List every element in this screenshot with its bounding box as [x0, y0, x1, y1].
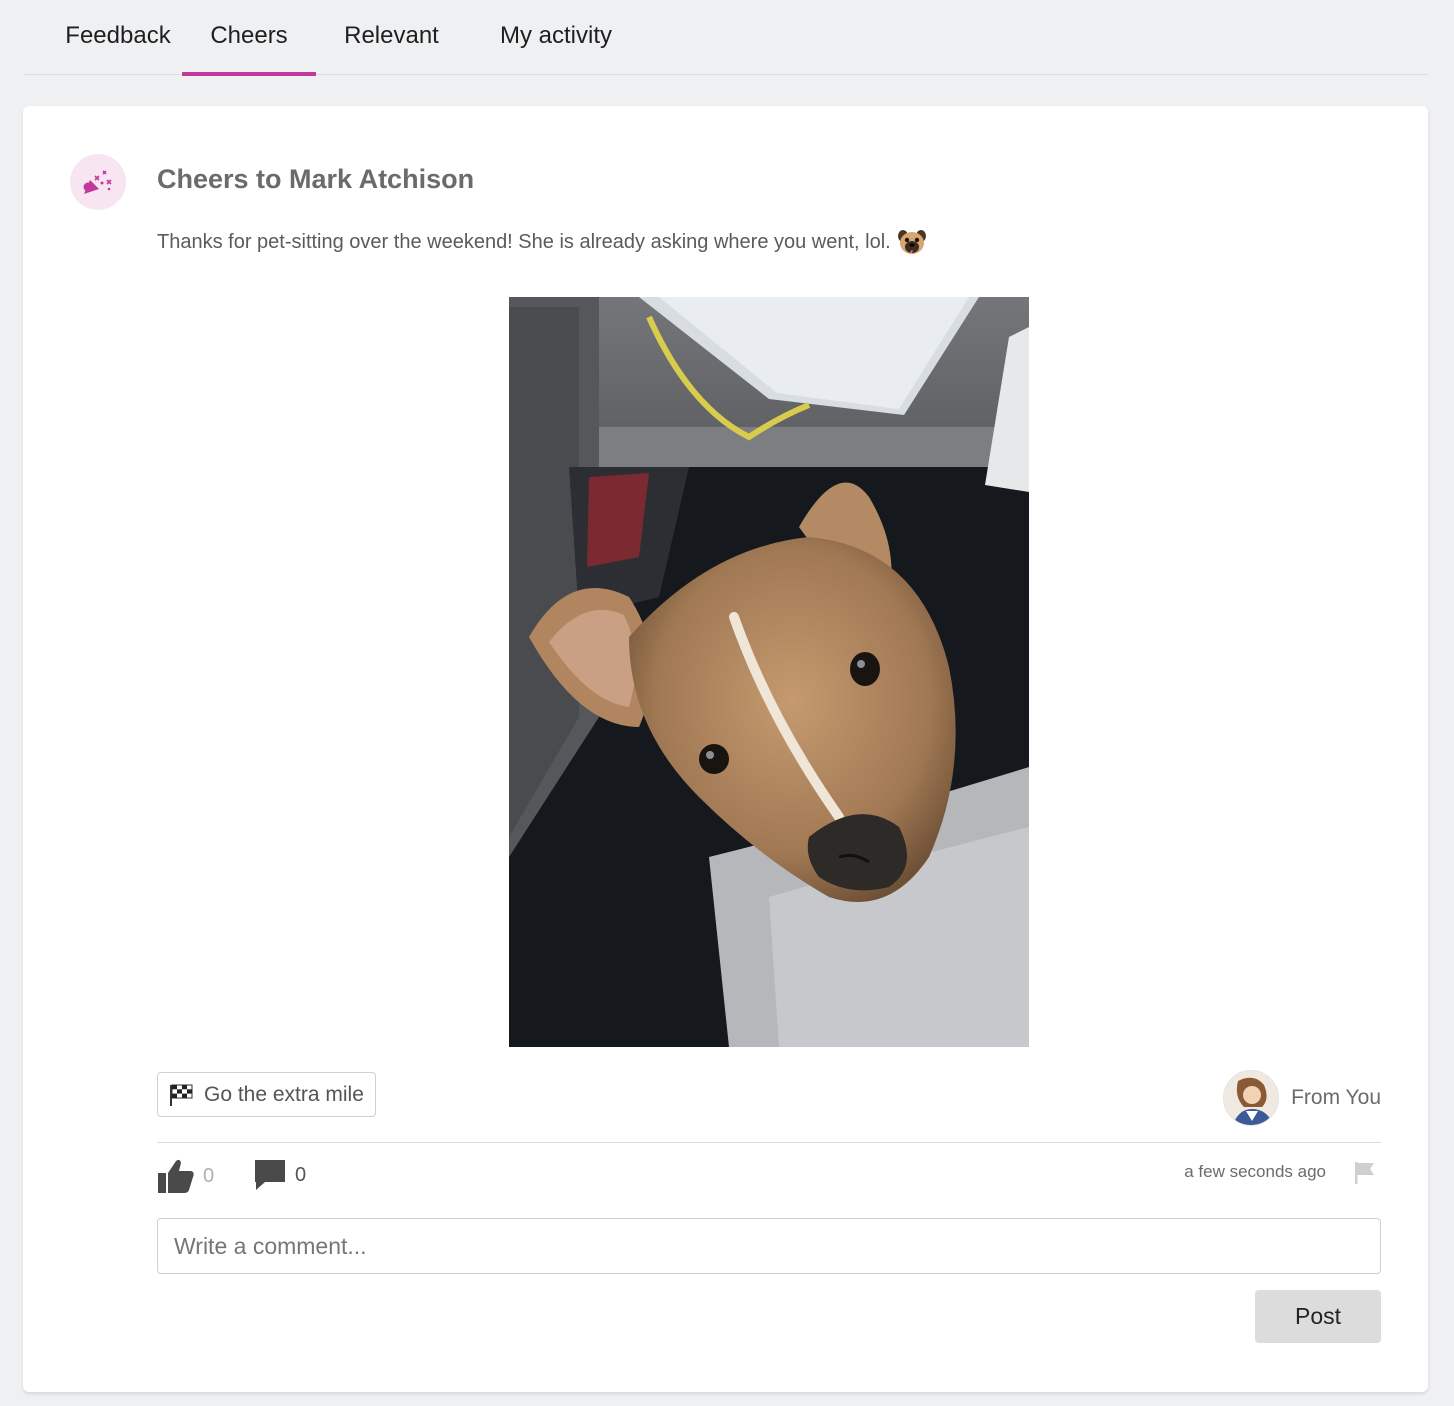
tab-bar: Feedback Cheers Relevant My activity	[24, 0, 1428, 76]
post-title: Cheers to Mark Atchison	[157, 164, 475, 194]
comment-count: 0	[295, 1163, 307, 1186]
like-button[interactable]: 0	[157, 1158, 214, 1194]
post-message: Thanks for pet-sitting over the weekend!…	[157, 228, 927, 256]
post-author: From You	[1223, 1070, 1381, 1126]
timestamp: a few seconds ago	[1184, 1162, 1326, 1181]
like-count: 0	[203, 1164, 215, 1187]
divider	[157, 1142, 1381, 1143]
value-tag-label: Go the extra mile	[204, 1082, 364, 1106]
avatar[interactable]	[1223, 1070, 1280, 1126]
comment-input[interactable]	[157, 1218, 1381, 1274]
party-popper-icon	[70, 154, 126, 210]
tab-relevant[interactable]: Relevant	[339, 0, 444, 75]
post-button[interactable]: Post	[1255, 1290, 1381, 1343]
cheer-post-card: Cheers to Mark Atchison Thanks for pet-s…	[23, 106, 1428, 1392]
author-label: From You	[1291, 1086, 1381, 1109]
value-tag[interactable]: Go the extra mile	[157, 1072, 376, 1117]
tab-cheers[interactable]: Cheers	[182, 0, 316, 76]
pug-face-emoji-icon	[897, 230, 926, 254]
tab-feedback[interactable]: Feedback	[53, 0, 183, 75]
checkered-flag-icon	[170, 1084, 193, 1106]
dog-photo[interactable]	[509, 297, 1029, 1047]
thumbs-up-icon	[158, 1159, 194, 1193]
post-message-text: Thanks for pet-sitting over the weekend!…	[157, 230, 891, 253]
report-flag-button[interactable]	[1354, 1161, 1376, 1190]
tab-my-activity[interactable]: My activity	[494, 0, 618, 75]
dog-photo-illustration	[509, 297, 1029, 1047]
flag-icon	[1355, 1162, 1374, 1184]
comment-count-button[interactable]: 0	[253, 1158, 306, 1192]
comment-icon	[255, 1160, 285, 1190]
